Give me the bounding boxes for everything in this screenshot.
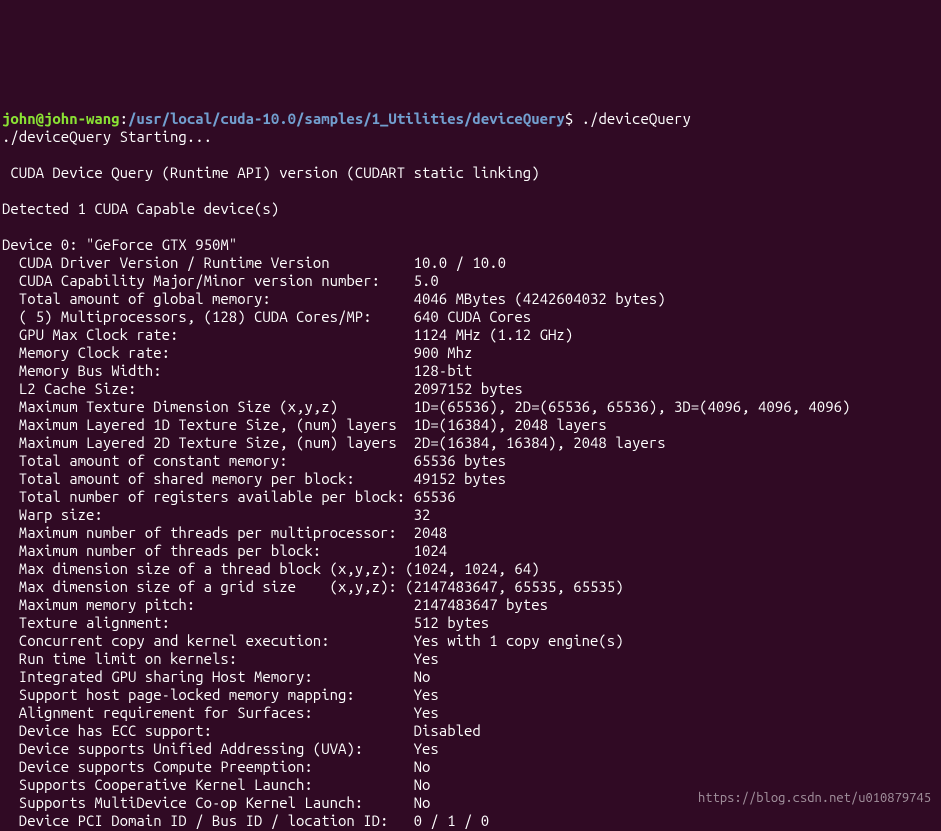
- output-line: Max dimension size of a thread block (x,…: [2, 560, 540, 577]
- output-line: Maximum number of threads per multiproce…: [2, 524, 447, 541]
- output-line: Device 0: "GeForce GTX 950M": [2, 236, 237, 253]
- output-line: Device supports Unified Addressing (UVA)…: [2, 740, 439, 757]
- output-line: Compute Mode:: [2, 830, 128, 831]
- output-line: GPU Max Clock rate: 1124 MHz (1.12 GHz): [2, 326, 573, 343]
- output-line: Maximum Texture Dimension Size (x,y,z) 1…: [2, 398, 850, 415]
- output-line: Maximum memory pitch: 2147483647 bytes: [2, 596, 548, 613]
- prompt-path: /usr/local/cuda-10.0/samples/1_Utilities…: [128, 110, 565, 127]
- output-line: ( 5) Multiprocessors, (128) CUDA Cores/M…: [2, 308, 531, 325]
- watermark: https://blog.csdn.net/u010879745: [698, 788, 931, 807]
- prompt-user: john@john-wang: [2, 110, 120, 127]
- output-line: Concurrent copy and kernel execution: Ye…: [2, 632, 624, 649]
- output-line: CUDA Device Query (Runtime API) version …: [2, 164, 540, 181]
- output-line: Integrated GPU sharing Host Memory: No: [2, 668, 430, 685]
- output-line: Total amount of shared memory per block:…: [2, 470, 506, 487]
- output-line: CUDA Capability Major/Minor version numb…: [2, 272, 439, 289]
- output-line: Supports MultiDevice Co-op Kernel Launch…: [2, 794, 430, 811]
- output-line: Max dimension size of a grid size (x,y,z…: [2, 578, 624, 595]
- output-line: Supports Cooperative Kernel Launch: No: [2, 776, 430, 793]
- output-line: Detected 1 CUDA Capable device(s): [2, 200, 279, 217]
- output-line: L2 Cache Size: 2097152 bytes: [2, 380, 523, 397]
- output-line: Warp size: 32: [2, 506, 430, 523]
- output-line: Alignment requirement for Surfaces: Yes: [2, 704, 439, 721]
- output-line: Maximum Layered 1D Texture Size, (num) l…: [2, 416, 607, 433]
- output-line: Device PCI Domain ID / Bus ID / location…: [2, 812, 489, 829]
- output-line: Device has ECC support: Disabled: [2, 722, 481, 739]
- prompt-dollar: $: [565, 110, 582, 127]
- output-line: Support host page-locked memory mapping:…: [2, 686, 439, 703]
- output-line: Total number of registers available per …: [2, 488, 456, 505]
- output-line: Device supports Compute Preemption: No: [2, 758, 430, 775]
- output-line: CUDA Driver Version / Runtime Version 10…: [2, 254, 506, 271]
- terminal-window[interactable]: john@john-wang:/usr/local/cuda-10.0/samp…: [0, 90, 941, 831]
- output-line: Maximum Layered 2D Texture Size, (num) l…: [2, 434, 666, 451]
- output-line: Memory Bus Width: 128-bit: [2, 362, 472, 379]
- output-line: Total amount of global memory: 4046 MByt…: [2, 290, 666, 307]
- prompt-line: john@john-wang:/usr/local/cuda-10.0/samp…: [2, 110, 691, 127]
- command-text: ./deviceQuery: [582, 110, 691, 127]
- output-line: Texture alignment: 512 bytes: [2, 614, 489, 631]
- output-line: ./deviceQuery Starting...: [2, 128, 212, 145]
- prompt-colon: :: [120, 110, 128, 127]
- output-line: Run time limit on kernels: Yes: [2, 650, 439, 667]
- output-line: Memory Clock rate: 900 Mhz: [2, 344, 472, 361]
- output-line: Maximum number of threads per block: 102…: [2, 542, 447, 559]
- output-line: Total amount of constant memory: 65536 b…: [2, 452, 506, 469]
